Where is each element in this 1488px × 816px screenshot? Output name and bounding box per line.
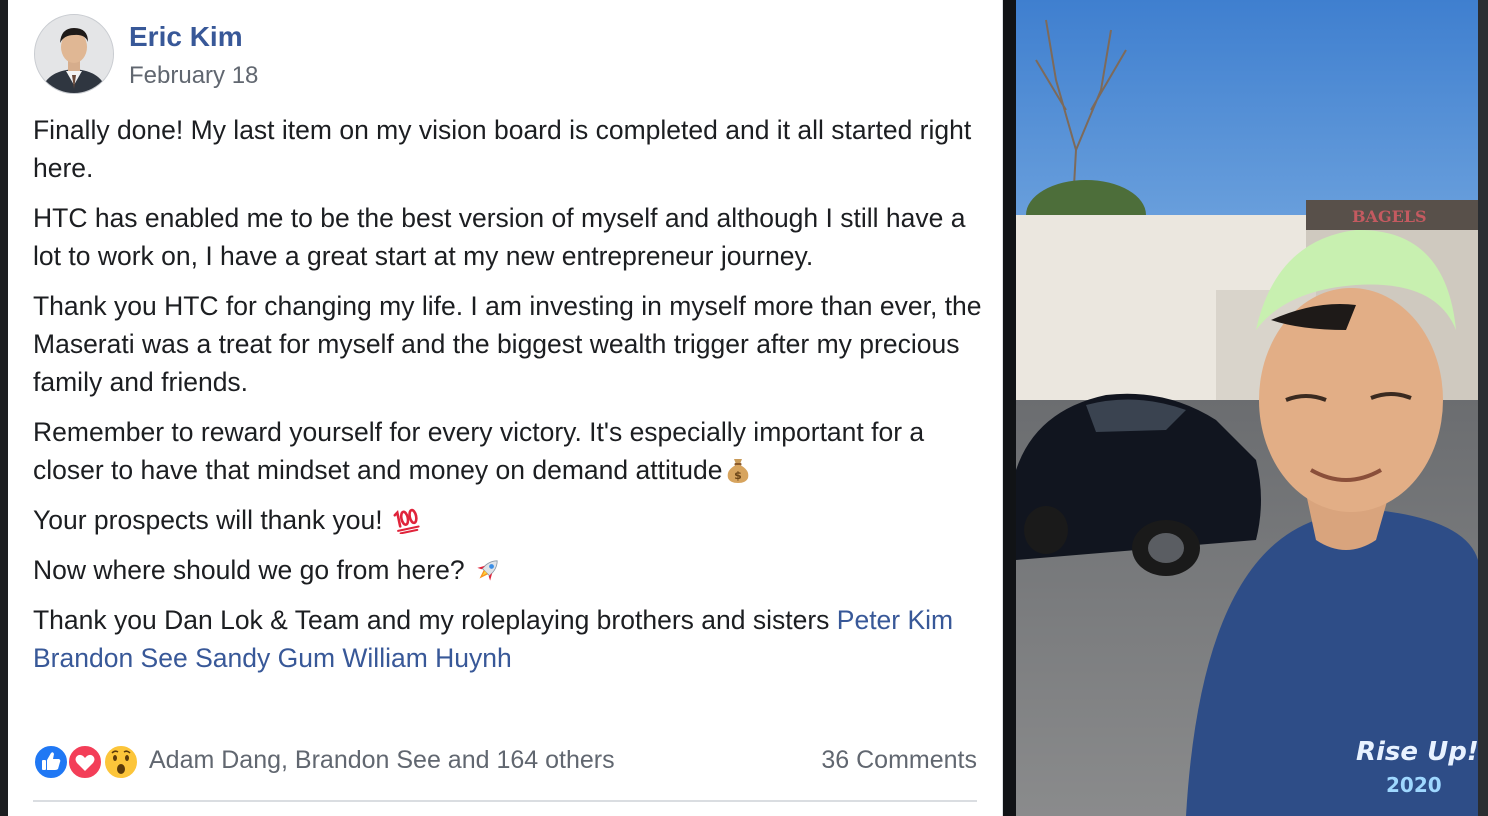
- photo-gap: [1003, 0, 1016, 816]
- comments-count-link[interactable]: 36 Comments: [821, 746, 977, 775]
- mention-link[interactable]: Peter Kim: [837, 605, 953, 635]
- love-icon: [67, 744, 103, 780]
- mention-link[interactable]: William Huynh: [342, 643, 511, 673]
- avatar-image: [35, 15, 113, 93]
- post-text: Remember to reward yourself for every vi…: [33, 417, 925, 485]
- wow-icon: [103, 744, 139, 780]
- reactions-bar: Adam Dang, Brandon See and 164 others 36…: [33, 742, 977, 782]
- window-edge: [1478, 0, 1488, 816]
- post-card: Eric Kim February 18 Finally done! My la…: [8, 0, 1003, 816]
- post-paragraph: Your prospects will thank you!: [33, 501, 991, 539]
- shirt-print: Rise Up!: [1356, 737, 1478, 767]
- post-paragraph: Remember to reward yourself for every vi…: [33, 413, 991, 489]
- reaction-icons[interactable]: [33, 742, 143, 782]
- post-text: Now where should we go from here?: [33, 555, 465, 585]
- author-avatar[interactable]: [34, 14, 114, 94]
- author-name[interactable]: Eric Kim: [129, 21, 243, 53]
- post-paragraph: Thank you HTC for changing my life. I am…: [33, 291, 982, 397]
- svg-text:$: $: [735, 469, 743, 482]
- mention-link[interactable]: Sandy Gum: [195, 643, 335, 673]
- post-text: Thank you Dan Lok & Team and my roleplay…: [33, 605, 830, 635]
- post-paragraph: Now where should we go from here?: [33, 551, 991, 589]
- bagel-sign: BAGELS: [1352, 207, 1427, 226]
- post-text: Your prospects will thank you!: [33, 505, 383, 535]
- post-date[interactable]: February 18: [129, 62, 258, 90]
- post-paragraph: Finally done! My last item on my vision …: [33, 115, 972, 183]
- hundred-points-icon: [393, 508, 420, 534]
- post-paragraph: Thank you Dan Lok & Team and my roleplay…: [33, 601, 991, 677]
- post-photo[interactable]: BAGELS Rise Up! 2020: [1016, 0, 1478, 816]
- mention-link[interactable]: Brandon See: [33, 643, 188, 673]
- rocket-icon: [477, 560, 498, 581]
- like-icon: [33, 744, 69, 780]
- reactions-summary[interactable]: Adam Dang, Brandon See and 164 others: [149, 746, 615, 775]
- post-body: Finally done! My last item on my vision …: [33, 111, 991, 689]
- selfie-photo: BAGELS Rise Up! 2020: [1016, 0, 1478, 816]
- money-bag-icon: $: [728, 459, 749, 483]
- post-paragraph: HTC has enabled me to be the best versio…: [33, 203, 966, 271]
- shirt-year: 2020: [1386, 773, 1442, 797]
- divider: [33, 800, 977, 802]
